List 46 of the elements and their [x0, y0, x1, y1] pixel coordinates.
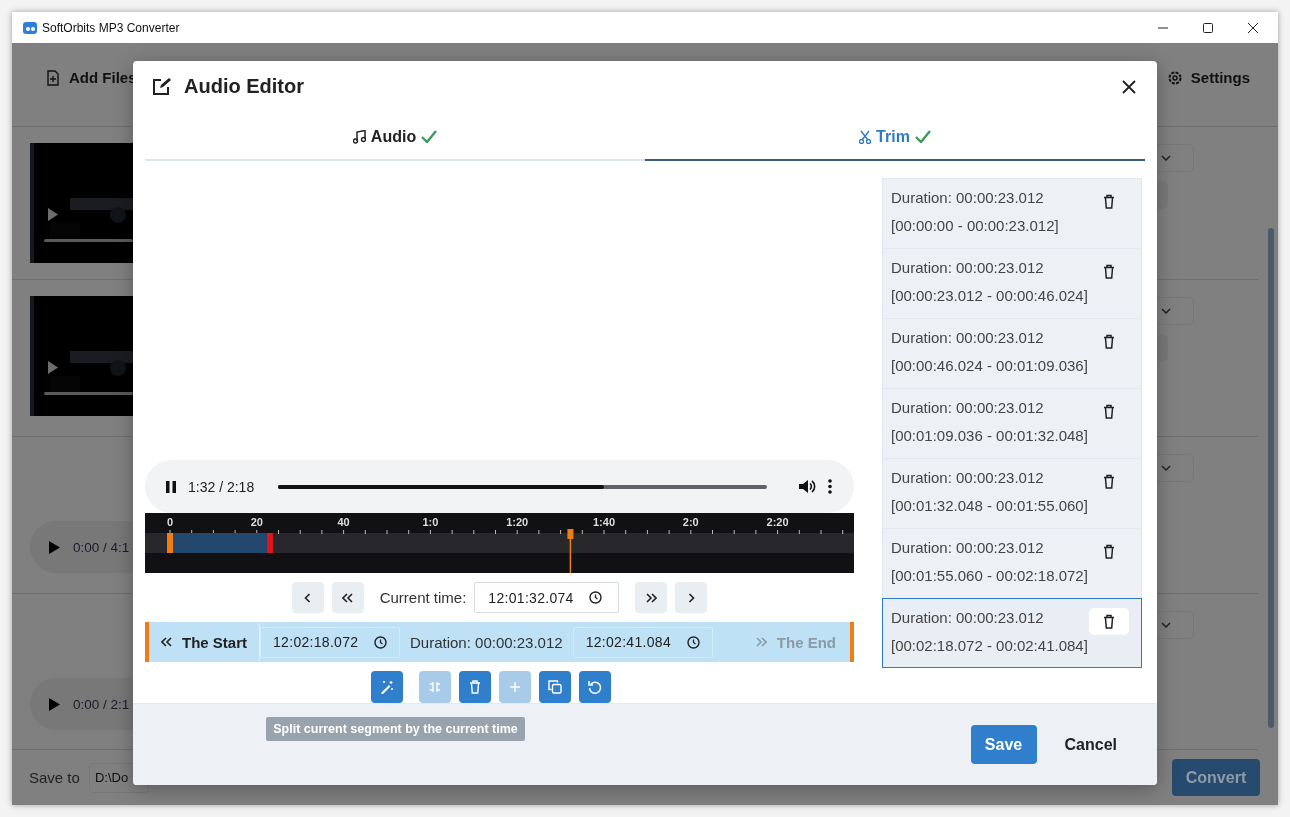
tab[interactable]: Trim: [645, 117, 1145, 161]
segment-range: [00:01:32.048 - 00:01:55.060]: [891, 496, 1089, 515]
tab[interactable]: Audio: [145, 117, 645, 161]
segment-range: [00:00:23.012 - 00:00:46.024]: [891, 286, 1089, 305]
segment-item[interactable]: Duration: 00:00:23.012 [00:02:18.072 - 00:02:41.084]: [882, 598, 1142, 668]
tick-label: 40: [337, 516, 350, 528]
segment-range: [00:00:00 - 00:00:23.012]: [891, 216, 1060, 235]
playback-time: 1:32 / 2:18: [188, 478, 255, 495]
segment-duration: Duration: 00:00:23.012: [891, 188, 1045, 207]
segment-duration: Duration: 00:00:23.012: [891, 398, 1045, 417]
segment-duration: Duration: 00:00:23.012: [891, 538, 1045, 557]
segment-item[interactable]: Duration: 00:00:23.012 [00:01:32.048 - 00:01:55.060]: [882, 458, 1142, 528]
segment-item[interactable]: Duration: 00:00:23.012 [00:00:00 - 00:00:23.012]: [882, 178, 1142, 248]
playback-time: 0:00 / 2:1: [73, 696, 130, 712]
settings-button[interactable]: Settings: [1166, 69, 1250, 86]
segment-duration: Duration: 00:00:23.012: [891, 258, 1045, 277]
segment-item[interactable]: Duration: 00:00:23.012 [00:01:55.060 - 00:02:18.072]: [882, 528, 1142, 598]
tick-label: 2:0: [682, 516, 699, 528]
save-button[interactable]: Save: [970, 725, 1037, 764]
window-title: SoftOrbits MP3 Converter: [42, 20, 180, 35]
segment-range: [00:01:55.060 - 00:02:18.072]: [891, 566, 1089, 585]
segment-duration: Duration: 00:00:23.012: [410, 633, 563, 651]
save-to-label: Save to: [29, 769, 80, 786]
segment-item[interactable]: Duration: 00:00:23.012 [00:00:23.012 - 00:00:46.024]: [882, 248, 1142, 318]
tick-label: 20: [250, 516, 263, 528]
segment-duration: Duration: 00:00:23.012: [891, 468, 1045, 487]
tick-label: 1:40: [593, 516, 615, 528]
tick-label: 2:20: [766, 516, 789, 528]
playback-time: 0:00 / 4:1: [73, 539, 130, 555]
segment-item[interactable]: Duration: 00:00:23.012 [00:01:09.036 - 00:01:32.048]: [882, 388, 1142, 458]
current-time-label: Current time:: [379, 589, 467, 606]
tooltip: Split current segment by the current time: [266, 717, 525, 741]
current-time-field[interactable]: 12:01:32.074: [474, 582, 620, 613]
tick-label: 0: [166, 516, 174, 528]
segment-item[interactable]: Duration: 00:00:23.012 [00:00:46.024 - 00:01:09.036]: [882, 318, 1142, 388]
dialog-title: Audio Editor: [184, 75, 304, 98]
segment-range: [00:02:18.072 - 00:02:41.084]: [891, 636, 1089, 655]
tick-label: 1:0: [422, 516, 439, 528]
end-time-field[interactable]: 12:02:41.084: [572, 626, 713, 658]
cancel-button[interactable]: Cancel: [1049, 725, 1132, 764]
segment-duration: Duration: 00:00:23.012: [891, 608, 1045, 627]
segment-duration: Duration: 00:00:23.012: [891, 328, 1045, 347]
segment-range: [00:01:09.036 - 00:01:32.048]: [891, 426, 1089, 445]
segment-range: [00:00:46.024 - 00:01:09.036]: [891, 356, 1089, 375]
tick-label: 1:20: [506, 516, 529, 528]
start-time-field[interactable]: 12:02:18.072: [260, 626, 400, 658]
